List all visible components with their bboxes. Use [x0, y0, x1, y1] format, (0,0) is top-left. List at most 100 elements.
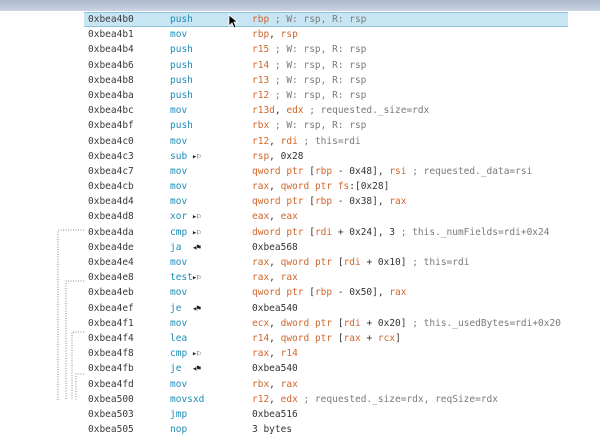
- instruction-row[interactable]: 0xbea4c0 mov r12, rdi ; this=rdi: [0, 134, 600, 149]
- flag-write-icon: ▸⚐: [192, 349, 201, 360]
- instruction-address[interactable]: 0xbea4ba: [88, 88, 134, 103]
- instruction-operands: r15 ; W: rsp, R: rsp: [252, 42, 366, 57]
- instruction-row[interactable]: 0xbea4bf push rbx ; W: rsp, R: rsp: [0, 118, 600, 133]
- instruction-address[interactable]: 0xbea4de: [88, 240, 134, 255]
- instruction-row[interactable]: 0xbea4f8 cmp ▸⚐ rax, r14: [0, 346, 600, 361]
- instruction-address[interactable]: 0xbea4f8: [88, 346, 134, 361]
- instruction-address[interactable]: 0xbea4eb: [88, 285, 134, 300]
- instruction-operands: r13 ; W: rsp, R: rsp: [252, 73, 366, 88]
- flag-write-icon: ▸⚐: [192, 151, 201, 162]
- operand-register: edx: [286, 105, 304, 117]
- instruction-operands: rbp, rsp: [252, 27, 298, 42]
- instruction-row[interactable]: 0xbea4ba push r12 ; W: rsp, R: rsp: [0, 88, 600, 103]
- instruction-address[interactable]: 0xbea4c0: [88, 134, 134, 149]
- instruction-operands: qword ptr [rbp - 0x38], rax: [252, 194, 406, 209]
- instruction-address[interactable]: 0xbea4bc: [88, 103, 134, 118]
- operand-register: rax: [280, 378, 298, 390]
- instruction-row[interactable]: 0xbea4b8 push r13 ; W: rsp, R: rsp: [0, 73, 600, 88]
- operand-register: rsp: [280, 29, 298, 41]
- instruction-row[interactable]: 0xbea500 movsxd r12, edx ; requested._size…: [0, 392, 600, 407]
- instruction-address[interactable]: 0xbea505: [88, 422, 134, 437]
- operand-text: [: [332, 317, 344, 329]
- operand-register: r14: [252, 59, 270, 71]
- instruction-row[interactable]: 0xbea4e4 mov rax, qword ptr [rdi + 0x10] ;…: [0, 255, 600, 270]
- instruction-operands: r12, edx ; requested._size=rdx, reqSize=…: [252, 392, 498, 407]
- instruction-operands: rbx, rax: [252, 377, 298, 392]
- instruction-address[interactable]: 0xbea4f1: [88, 316, 134, 331]
- instruction-row[interactable]: 0xbea4b1 mov rbp, rsp: [0, 27, 600, 42]
- instruction-row[interactable]: 0xbea4b6 push r14 ; W: rsp, R: rsp: [0, 58, 600, 73]
- instruction-address[interactable]: 0xbea4ef: [88, 301, 134, 316]
- instruction-mnemonic: cmp: [170, 348, 188, 360]
- instruction-row[interactable]: 0xbea4f4 lea r14, qword ptr [rax + rcx]: [0, 331, 600, 346]
- instruction-address[interactable]: 0xbea4fd: [88, 377, 134, 392]
- instruction-row[interactable]: 0xbea505 nop 3 bytes: [0, 422, 600, 437]
- operand-register: rax: [280, 272, 298, 284]
- operand-register: rbp: [314, 196, 333, 208]
- instruction-address[interactable]: 0xbea4cb: [88, 179, 134, 194]
- instruction-mnemonic: je: [170, 363, 182, 375]
- instruction-address[interactable]: 0xbea4b6: [88, 58, 134, 73]
- instruction-row[interactable]: 0xbea4d8 xor ▸⚐ eax, eax: [0, 209, 600, 224]
- instruction-address[interactable]: 0xbea4d8: [88, 209, 134, 224]
- instruction-operands: 0xbea516: [252, 407, 298, 422]
- instruction-operands: qword ptr [rbp - 0x48], rsi ; requested.…: [252, 164, 532, 179]
- instruction-row[interactable]: 0xbea4ef je ◂⚑ 0xbea540: [0, 301, 600, 316]
- instruction-operands: rsp, 0x28: [252, 149, 304, 164]
- instruction-address[interactable]: 0xbea4b8: [88, 73, 134, 88]
- operand-register: rbp: [314, 165, 333, 177]
- operand-register: r15: [252, 44, 270, 56]
- operand-text: - 0x50],: [332, 287, 390, 299]
- instruction-row[interactable]: 0xbea4f1 mov ecx, dword ptr [rdi + 0x20] ;…: [0, 316, 600, 331]
- operand-register: eax: [280, 211, 298, 223]
- instruction-row[interactable]: 0xbea4c7 mov qword ptr [rbp - 0x48], rsi ;…: [0, 164, 600, 179]
- instruction-mnemonic: push: [170, 74, 193, 86]
- operand-register: qword ptr: [280, 332, 333, 344]
- instruction-address[interactable]: 0xbea4da: [88, 225, 134, 240]
- instruction-row[interactable]: 0xbea4cb mov rax, qword ptr fs:[0x28]: [0, 179, 600, 194]
- instruction-mnemonic: ja: [170, 241, 182, 253]
- operand-text: ,: [269, 29, 281, 41]
- instruction-mnemonic: mov: [170, 378, 188, 390]
- instruction-address[interactable]: 0xbea4f4: [88, 331, 134, 346]
- instruction-address[interactable]: 0xbea4c3: [88, 149, 134, 164]
- instruction-mnemonic: test: [170, 272, 193, 284]
- instruction-address[interactable]: 0xbea4e4: [88, 255, 134, 270]
- instruction-address[interactable]: 0xbea4fb: [88, 361, 134, 376]
- instruction-row[interactable]: 0xbea4fd mov rbx, rax: [0, 377, 600, 392]
- instruction-row[interactable]: 0xbea4b4 push r15 ; W: rsp, R: rsp: [0, 42, 600, 57]
- operand-text: ,: [274, 105, 287, 117]
- operand-text: ,: [269, 317, 281, 329]
- instruction-row[interactable]: 0xbea4bc mov r13d, edx ; requested._size=r…: [0, 103, 600, 118]
- instruction-row[interactable]: 0xbea503 jmp 0xbea516: [0, 407, 600, 422]
- instruction-address[interactable]: 0xbea4b0: [88, 12, 134, 27]
- instruction-row[interactable]: 0xbea4fb je ◂⚑ 0xbea540: [0, 361, 600, 376]
- operand-text: [: [303, 165, 315, 177]
- window-title-bar: [0, 0, 600, 11]
- operand-register: rcx: [377, 332, 396, 344]
- instruction-row[interactable]: 0xbea4eb mov qword ptr [rbp - 0x50], rax: [0, 285, 600, 300]
- flag-write-icon: ▸⚐: [192, 227, 201, 238]
- instruction-row[interactable]: 0xbea4de ja ◂⚑ 0xbea568: [0, 240, 600, 255]
- instruction-address[interactable]: 0xbea4b4: [88, 42, 134, 57]
- instruction-row[interactable]: 0xbea4e8 test ▸⚐ rax, rax: [0, 270, 600, 285]
- operand-register: r12: [252, 89, 270, 101]
- instruction-row[interactable]: 0xbea4da cmp ▸⚐ dword ptr [rdi + 0x24], 3 ;…: [0, 225, 600, 240]
- instruction-mnemonic: lea: [170, 332, 188, 344]
- instruction-row[interactable]: 0xbea4c3 sub ▸⚐ rsp, 0x28: [0, 149, 600, 164]
- instruction-mnemonic: mov: [170, 135, 188, 147]
- instruction-operands: rax, qword ptr fs:[0x28]: [252, 179, 389, 194]
- instruction-row[interactable]: 0xbea4d4 mov qword ptr [rbp - 0x38], rax: [0, 194, 600, 209]
- instruction-operands: ecx, dword ptr [rdi + 0x20] ; this._used…: [252, 316, 561, 331]
- operand-text: ,: [269, 257, 281, 268]
- instruction-address[interactable]: 0xbea4e8: [88, 270, 134, 285]
- instruction-row[interactable]: 0xbea4b0 push rbp ; W: rsp, R: rsp: [0, 12, 600, 27]
- instruction-address[interactable]: 0xbea500: [88, 392, 134, 407]
- instruction-address[interactable]: 0xbea4c7: [88, 164, 134, 179]
- instruction-mnemonic: mov: [170, 196, 188, 208]
- operand-register: rsp: [252, 150, 270, 162]
- instruction-address[interactable]: 0xbea4b1: [88, 27, 134, 42]
- instruction-address[interactable]: 0xbea4d4: [88, 194, 134, 209]
- instruction-address[interactable]: 0xbea503: [88, 407, 134, 422]
- instruction-address[interactable]: 0xbea4bf: [88, 118, 134, 133]
